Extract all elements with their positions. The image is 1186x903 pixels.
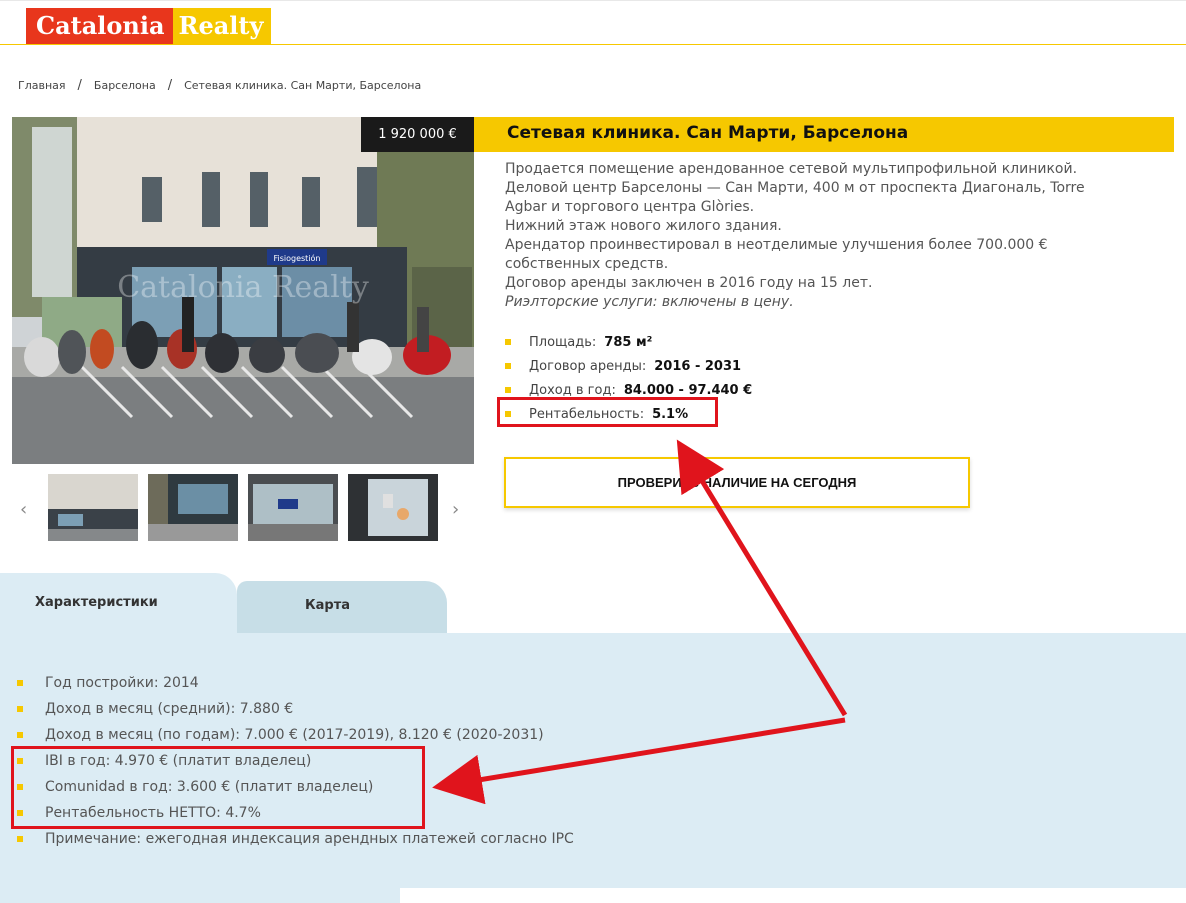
tab-map[interactable]: Карта [237, 581, 447, 635]
fact-area: Площадь: 785 м² [505, 330, 752, 354]
fact-lease: Договор аренды: 2016 - 2031 [505, 354, 752, 378]
description-line: собственных средств. [505, 256, 669, 272]
characteristic-text: Год постройки: 2014 [45, 675, 199, 691]
gallery-next-icon[interactable]: › [452, 499, 459, 520]
description-line: Деловой центр Барселоны — Сан Марти, 400… [505, 180, 1085, 196]
bullet-icon [17, 706, 23, 712]
description-line: Нижний этаж нового жилого здания. [505, 218, 782, 234]
list-item: Доход в месяц (по годам): 7.000 € (2017-… [17, 722, 574, 748]
tab-label: Карта [305, 598, 351, 613]
description-line: Арендатор проинвестировал в неотделимые … [505, 237, 1048, 253]
tab-bar: Характеристики Карта [0, 573, 1186, 635]
thumbnail-1[interactable] [48, 474, 138, 541]
bullet-icon [17, 836, 23, 842]
thumbnail-image [248, 474, 338, 541]
main-photo[interactable]: Fisiogestión Catalonia Realty [12, 117, 474, 464]
list-item: Примечание: ежегодная индексация арендны… [17, 826, 574, 852]
panel-footer-fill [0, 888, 400, 903]
check-availability-button[interactable]: ПРОВЕРИТЬ НАЛИЧИЕ НА СЕГОДНЯ [504, 457, 970, 508]
list-item: Доход в месяц (средний): 7.880 € [17, 696, 574, 722]
tab-characteristics[interactable]: Характеристики [0, 573, 237, 635]
bullet-icon [505, 387, 511, 393]
thumbnail-2[interactable] [148, 474, 238, 541]
street-photo-illustration: Fisiogestión Catalonia Realty [12, 117, 474, 464]
bullet-icon [505, 339, 511, 345]
panel-footer [0, 888, 1186, 903]
annotation-box-yield [497, 397, 718, 427]
breadcrumb-current: Сетевая клиника. Сан Марти, Барселона [184, 79, 422, 92]
fact-label: Площадь: [529, 334, 597, 350]
breadcrumb-separator: / [77, 78, 82, 93]
bullet-icon [17, 680, 23, 686]
thumbnail-4[interactable] [348, 474, 438, 541]
thumbnail-image [48, 474, 138, 541]
svg-text:Fisiogestión: Fisiogestión [273, 253, 320, 263]
fact-value: 785 м² [604, 334, 653, 350]
site-header: Catalonia Realty [0, 0, 1186, 46]
characteristic-text: Доход в месяц (средний): 7.880 € [45, 701, 294, 717]
fact-value: 2016 - 2031 [654, 358, 742, 374]
breadcrumb-home[interactable]: Главная [18, 79, 66, 92]
price-tag: 1 920 000 € [361, 117, 474, 152]
tab-label: Характеристики [35, 595, 158, 610]
svg-text:Catalonia Realty: Catalonia Realty [117, 270, 369, 305]
thumbnail-image [148, 474, 238, 541]
logo-catalonia: Catalonia [26, 8, 173, 44]
description-realtor-note: Риэлторские услуги: включены в цену. [505, 294, 794, 310]
description-line: Договор аренды заключен в 2016 году на 1… [505, 275, 873, 291]
fact-label: Доход в год: [529, 382, 616, 398]
list-item: Год постройки: 2014 [17, 670, 574, 696]
fact-label: Договор аренды: [529, 358, 647, 374]
description-line: Продается помещение арендованное сетевой… [505, 161, 1078, 177]
thumbnail-image [348, 474, 438, 541]
breadcrumb-barcelona[interactable]: Барселона [94, 79, 156, 92]
breadcrumb: Главная / Барселона / Сетевая клиника. С… [18, 78, 421, 93]
breadcrumb-separator: / [167, 78, 173, 93]
characteristic-text: Доход в месяц (по годам): 7.000 € (2017-… [45, 727, 544, 743]
listing-title: Сетевая клиника. Сан Марти, Барселона [507, 123, 909, 143]
logo-realty: Realty [172, 8, 272, 44]
title-bar: Сетевая клиника. Сан Марти, Барселона [474, 117, 1174, 152]
bullet-icon [17, 732, 23, 738]
gallery-prev-icon[interactable]: ‹ [20, 499, 27, 520]
characteristic-text: Примечание: ежегодная индексация арендны… [45, 831, 574, 847]
header-divider [0, 44, 1186, 45]
listing-description: Продается помещение арендованное сетевой… [505, 160, 1145, 312]
thumbnail-gallery: ‹ › [12, 474, 474, 542]
thumbnail-3[interactable] [248, 474, 338, 541]
description-line: Agbar и торгового центра Glòries. [505, 199, 755, 215]
annotation-box-costs [11, 746, 425, 829]
fact-value: 84.000 - 97.440 € [623, 382, 753, 398]
site-logo[interactable]: Catalonia Realty [26, 8, 272, 44]
header-top-line [0, 0, 1186, 1]
bullet-icon [505, 363, 511, 369]
